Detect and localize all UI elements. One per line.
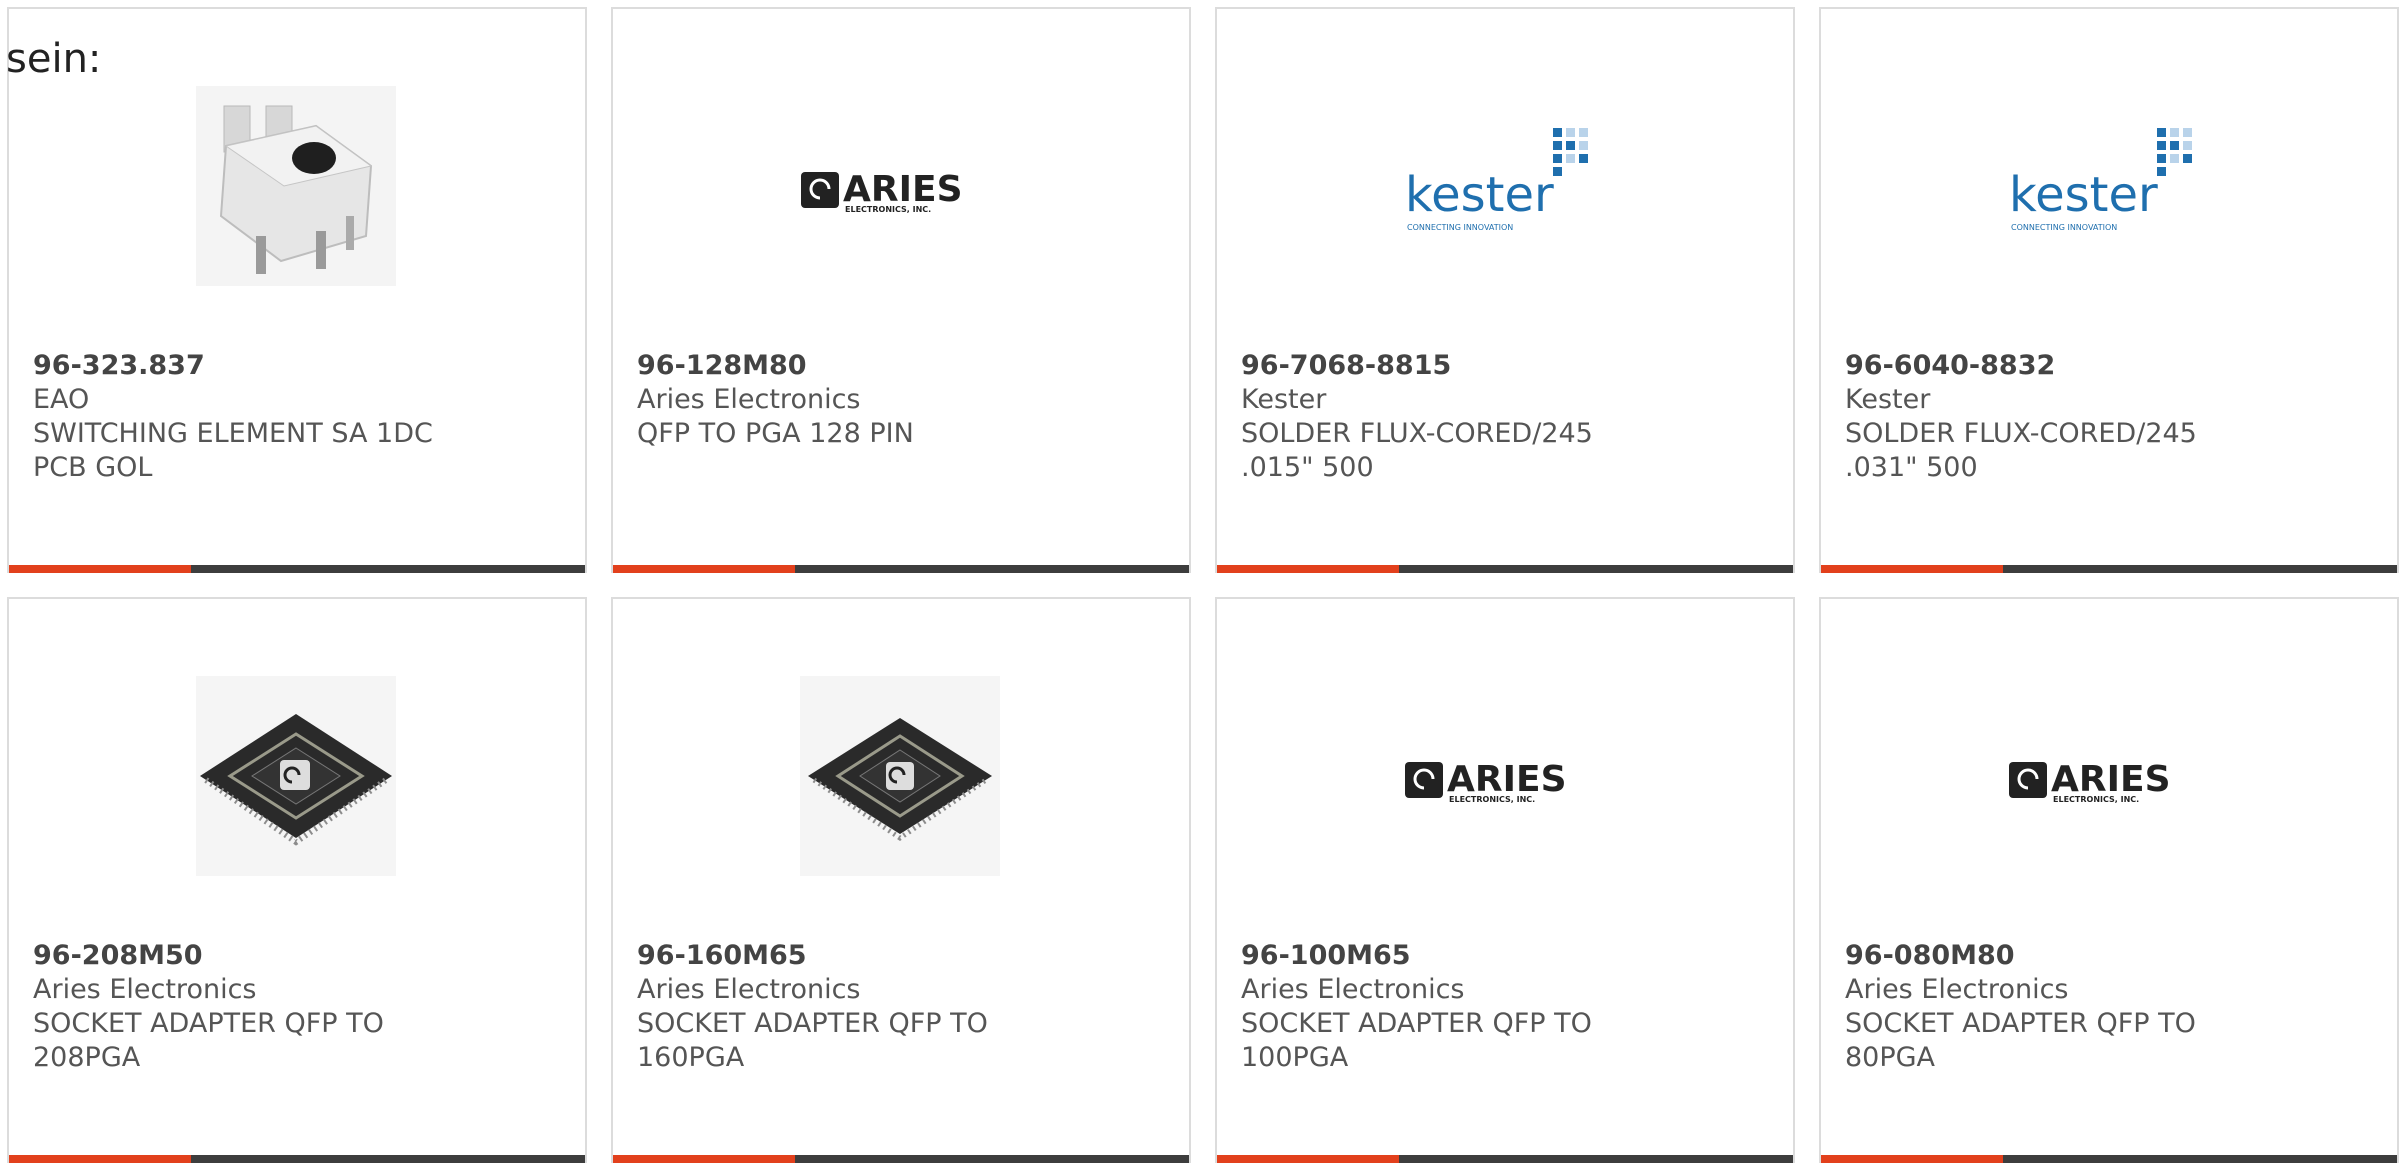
- product-card[interactable]: kester CONNECTING INNOVATION 96-6040-883…: [1819, 7, 2399, 573]
- manufacturer: Aries Electronics: [637, 384, 861, 415]
- kester-logo: kester CONNECTING INNOVATION: [1405, 128, 1588, 232]
- svg-text:kester: kester: [2009, 167, 2158, 223]
- manufacturer: Aries Electronics: [1845, 974, 2069, 1005]
- svg-text:ARIES: ARIES: [2051, 759, 2171, 800]
- product-card[interactable]: ARIES ELECTRONICS, INC. 96-080M80 Aries …: [1819, 597, 2399, 1163]
- manufacturer: Aries Electronics: [33, 974, 257, 1005]
- part-number[interactable]: 96-323.837: [33, 349, 553, 383]
- product-image[interactable]: [799, 675, 1001, 877]
- description: SOCKET ADAPTER QFP TO 100PGA: [1241, 1008, 1592, 1073]
- product-card[interactable]: ARIES ELECTRONICS, INC. 96-100M65 Aries …: [1215, 597, 1795, 1163]
- product-image[interactable]: ARIES ELECTRONICS, INC.: [1403, 675, 1605, 877]
- product-info: 96-208M50 Aries Electronics SOCKET ADAPT…: [33, 939, 553, 1075]
- aries-logo: ARIES ELECTRONICS, INC.: [1405, 759, 1567, 804]
- product-info: 96-080M80 Aries Electronics SOCKET ADAPT…: [1845, 939, 2365, 1075]
- description: SWITCHING ELEMENT SA 1DC PCB GOL: [33, 418, 433, 483]
- product-image[interactable]: kester CONNECTING INNOVATION: [1403, 85, 1605, 287]
- description: SOCKET ADAPTER QFP TO 208PGA: [33, 1008, 384, 1073]
- product-info: 96-100M65 Aries Electronics SOCKET ADAPT…: [1241, 939, 1761, 1075]
- product-info: 96-323.837 EAO SWITCHING ELEMENT SA 1DC …: [33, 349, 553, 485]
- kester-logo: kester CONNECTING INNOVATION: [2009, 128, 2192, 232]
- switch-photo: [196, 86, 396, 286]
- product-image[interactable]: kester CONNECTING INNOVATION: [2007, 85, 2209, 287]
- part-number[interactable]: 96-6040-8832: [1845, 349, 2365, 383]
- description: QFP TO PGA 128 PIN: [637, 418, 914, 449]
- svg-text:CONNECTING INNOVATION: CONNECTING INNOVATION: [2011, 223, 2117, 232]
- description: SOCKET ADAPTER QFP TO 160PGA: [637, 1008, 988, 1073]
- svg-text:ELECTRONICS, INC.: ELECTRONICS, INC.: [2053, 795, 2139, 804]
- part-number[interactable]: 96-100M65: [1241, 939, 1761, 973]
- product-info: 96-160M65 Aries Electronics SOCKET ADAPT…: [637, 939, 1157, 1075]
- product-image[interactable]: ARIES ELECTRONICS, INC.: [2007, 675, 2209, 877]
- product-card[interactable]: kester CONNECTING INNOVATION 96-7068-881…: [1215, 7, 1795, 573]
- manufacturer: EAO: [33, 384, 90, 415]
- svg-text:ARIES: ARIES: [1447, 759, 1567, 800]
- product-image[interactable]: [195, 85, 397, 287]
- manufacturer: Kester: [1241, 384, 1327, 415]
- svg-text:ARIES: ARIES: [843, 169, 963, 210]
- chip-photo: [196, 676, 396, 876]
- manufacturer: Aries Electronics: [637, 974, 861, 1005]
- svg-text:ELECTRONICS, INC.: ELECTRONICS, INC.: [845, 205, 931, 214]
- product-image[interactable]: ARIES ELECTRONICS, INC.: [799, 85, 1001, 287]
- product-card[interactable]: 96-323.837 EAO SWITCHING ELEMENT SA 1DC …: [7, 7, 587, 573]
- product-card[interactable]: ARIES ELECTRONICS, INC. 96-128M80 Aries …: [611, 7, 1191, 573]
- product-image[interactable]: [195, 675, 397, 877]
- part-number[interactable]: 96-128M80: [637, 349, 1157, 383]
- manufacturer: Kester: [1845, 384, 1931, 415]
- svg-text:CONNECTING INNOVATION: CONNECTING INNOVATION: [1407, 223, 1513, 232]
- product-info: 96-6040-8832 Kester SOLDER FLUX-CORED/24…: [1845, 349, 2365, 485]
- product-info: 96-7068-8815 Kester SOLDER FLUX-CORED/24…: [1241, 349, 1761, 485]
- part-number[interactable]: 96-7068-8815: [1241, 349, 1761, 383]
- aries-logo: ARIES ELECTRONICS, INC.: [2009, 759, 2171, 804]
- product-grid: 96-323.837 EAO SWITCHING ELEMENT SA 1DC …: [7, 7, 2400, 1163]
- chip-photo: [800, 676, 1000, 876]
- part-number[interactable]: 96-160M65: [637, 939, 1157, 973]
- description: SOLDER FLUX-CORED/245 .031" 500: [1845, 418, 2197, 483]
- svg-text:ELECTRONICS, INC.: ELECTRONICS, INC.: [1449, 795, 1535, 804]
- part-number[interactable]: 96-208M50: [33, 939, 553, 973]
- part-number[interactable]: 96-080M80: [1845, 939, 2365, 973]
- description: SOCKET ADAPTER QFP TO 80PGA: [1845, 1008, 2196, 1073]
- manufacturer: Aries Electronics: [1241, 974, 1465, 1005]
- product-card[interactable]: 96-208M50 Aries Electronics SOCKET ADAPT…: [7, 597, 587, 1163]
- product-card[interactable]: 96-160M65 Aries Electronics SOCKET ADAPT…: [611, 597, 1191, 1163]
- aries-logo: ARIES ELECTRONICS, INC.: [801, 169, 963, 214]
- svg-text:kester: kester: [1405, 167, 1554, 223]
- intro-text: sein:: [6, 36, 102, 82]
- description: SOLDER FLUX-CORED/245 .015" 500: [1241, 418, 1593, 483]
- product-info: 96-128M80 Aries Electronics QFP TO PGA 1…: [637, 349, 1157, 451]
